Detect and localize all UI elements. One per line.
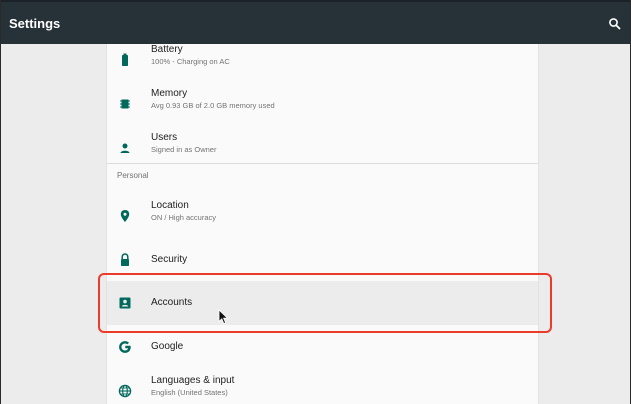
location-pin-icon [120,210,130,222]
users-status: Signed in as Owner [151,145,217,154]
languages-label: Languages & input [151,375,235,386]
settings-item-memory[interactable]: Memory Avg 0.93 GB of 2.0 GB memory used [107,82,538,126]
google-label: Google [151,341,184,352]
battery-label: Battery [151,44,183,55]
mouse-cursor-icon [218,309,229,325]
section-divider [107,163,538,164]
settings-item-location[interactable]: Location ON / High accuracy [107,194,538,238]
page-title: Settings [9,16,61,31]
memory-usage: Avg 0.93 GB of 2.0 GB memory used [151,101,275,110]
settings-item-battery[interactable]: Battery 100% - Charging on AC [107,44,538,82]
settings-item-languages[interactable]: Languages & input English (United States… [107,369,538,404]
location-label: Location [151,200,189,211]
location-status: ON / High accuracy [151,213,217,222]
globe-icon [118,384,132,398]
lock-icon [121,253,129,266]
google-icon [119,341,131,353]
highlight-box [98,273,552,333]
memory-icon [120,99,130,109]
battery-status: 100% - Charging on AC [151,57,230,66]
battery-icon [122,53,128,66]
settings-list: Battery 100% - Charging on AC Memory Avg… [106,44,539,404]
settings-window: Settings Battery 100% - Charging on AC M… [0,0,631,404]
users-label: Users [151,132,178,143]
app-bar: Settings [1,0,630,44]
languages-value: English (United States) [151,388,228,397]
person-icon [120,143,130,153]
search-button[interactable] [607,16,623,32]
memory-label: Memory [151,88,188,99]
search-icon [609,18,621,30]
security-label: Security [151,254,188,265]
section-header-personal: Personal [117,171,149,180]
